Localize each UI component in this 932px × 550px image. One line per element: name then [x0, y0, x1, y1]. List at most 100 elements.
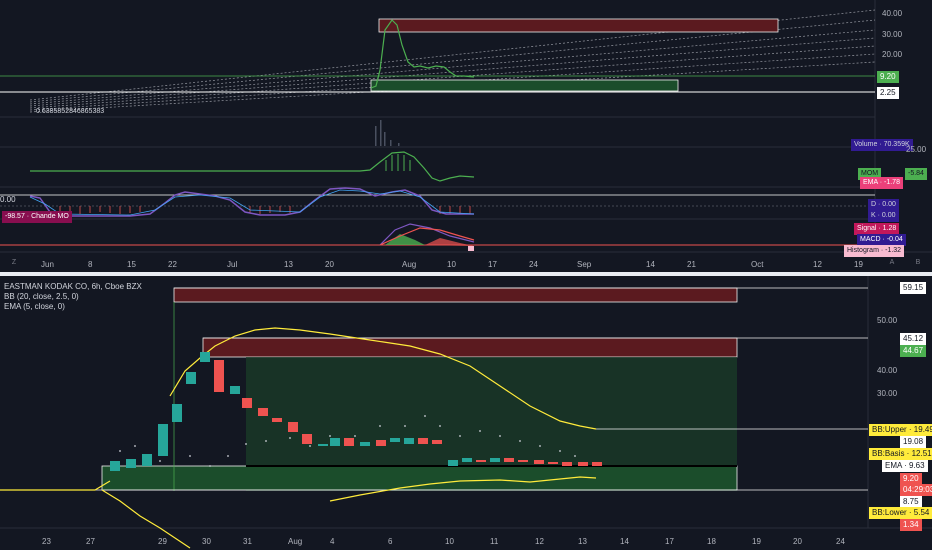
ema-label: EMA · 9.63 — [882, 460, 928, 472]
volume-label: Volume · 70.359K — [851, 139, 913, 151]
bottom-chart-pane[interactable]: EASTMAN KODAK CO, 6h, Cboe BZX BB (20, c… — [0, 276, 932, 550]
x-tick: Aug — [288, 537, 303, 546]
stoch-d-line — [29, 189, 475, 216]
x-tick: Jun — [41, 260, 54, 269]
ema-legend[interactable]: EMA (5, close, 0) — [4, 302, 142, 312]
x-tick: 12 — [535, 537, 544, 546]
auto-scale-button[interactable]: A — [886, 257, 898, 269]
line-price-label: 2.25 — [877, 87, 899, 99]
candle-up — [230, 386, 240, 394]
ema-dot — [479, 430, 481, 432]
candle-down — [258, 408, 268, 416]
ema-dot — [459, 435, 461, 437]
ema-dot — [539, 445, 541, 447]
x-tick: 17 — [488, 260, 497, 269]
candle-down — [214, 360, 224, 392]
ema-dot — [265, 440, 267, 442]
stoch-k-line — [29, 187, 474, 217]
x-tick: 19 — [752, 537, 761, 546]
x-tick: 18 — [707, 537, 716, 546]
stoch-histogram — [59, 206, 471, 214]
x-tick: 27 — [86, 537, 95, 546]
candle-down — [432, 440, 442, 444]
x-tick: Aug — [402, 260, 417, 269]
candle-up — [490, 458, 500, 462]
upper-box-price: 45.12 — [900, 333, 927, 345]
x-tick: 19 — [854, 260, 863, 269]
candle-up — [462, 458, 472, 462]
support-box[interactable] — [370, 79, 679, 92]
ema-dot — [424, 415, 426, 417]
log-scale-button[interactable]: B — [912, 257, 924, 269]
ema-dot — [309, 445, 311, 447]
candle-down — [302, 434, 312, 444]
y-tick-20: 20.00 — [882, 50, 903, 59]
x-tick: 4 — [330, 537, 335, 546]
x-tick: 24 — [529, 260, 538, 269]
ema-dot — [329, 435, 331, 437]
x-tick: 11 — [490, 537, 499, 546]
resistance-box[interactable] — [378, 18, 779, 33]
ema-dot — [499, 435, 501, 437]
candle-down — [548, 462, 558, 464]
bb-basis-label: BB:Basis · 12.51 — [869, 448, 932, 460]
bb-upper-label: BB:Upper · 19.49 — [869, 424, 932, 436]
candle-up — [172, 404, 182, 422]
ema-dot — [227, 455, 229, 457]
candle-down — [562, 462, 572, 466]
vol-scale-tick: 25.00 — [906, 145, 927, 154]
upper-box-price-2: 44.67 — [900, 345, 927, 357]
bb-legend[interactable]: BB (20, close, 2.5, 0) — [4, 292, 142, 302]
bottom-chart-svg — [0, 276, 932, 549]
x-tick: 14 — [620, 537, 629, 546]
x-tick: Jul — [227, 260, 238, 269]
candle-down — [344, 438, 354, 446]
candle-down — [476, 460, 486, 462]
ema-dot — [379, 425, 381, 427]
line-19-label: 19.08 — [900, 436, 927, 448]
bb-lower-line-left — [101, 489, 191, 549]
candle-down — [578, 462, 588, 466]
chande-mo-label: -98.57 · Chande MO — [2, 211, 72, 223]
x-tick: 13 — [578, 537, 587, 546]
candle-down — [376, 440, 386, 446]
zoom-button[interactable]: Z — [8, 257, 20, 269]
momentum-line — [30, 151, 475, 182]
y-tick-30: 30.00 — [877, 389, 898, 398]
support-box[interactable] — [101, 465, 738, 491]
x-tick: 20 — [325, 260, 334, 269]
fib-level-note: 0.6385852846865383 — [36, 108, 105, 115]
mom-value: -5.84 — [905, 168, 927, 180]
x-tick: 21 — [687, 260, 696, 269]
price-base-line — [0, 480, 111, 491]
y-tick-50: 50.00 — [877, 316, 898, 325]
ema-dot — [519, 440, 521, 442]
x-tick: Oct — [751, 260, 764, 269]
ema-dot — [289, 437, 291, 439]
ema-dot — [354, 435, 356, 437]
x-tick: 23 — [42, 537, 51, 546]
x-tick: 17 — [665, 537, 674, 546]
symbol-title[interactable]: EASTMAN KODAK CO, 6h, Cboe BZX — [4, 282, 142, 292]
candle-up — [142, 454, 152, 466]
top-resistance-box[interactable] — [173, 287, 738, 303]
x-tick: 10 — [445, 537, 454, 546]
upper-resistance-box[interactable] — [202, 337, 738, 358]
top-chart-pane[interactable]: 40.00 30.00 20.00 9.20 2.25 0.6385852846… — [0, 0, 932, 272]
x-tick: 10 — [447, 260, 456, 269]
y-tick-30: 30.00 — [882, 30, 903, 39]
y-tick-40: 40.00 — [882, 9, 903, 18]
stoch-scale-tick: 0.00 — [0, 195, 16, 204]
candle-up — [448, 460, 458, 466]
x-tick: 6 — [388, 537, 393, 546]
candle-up — [158, 424, 168, 456]
candle-down — [534, 460, 544, 464]
macd-marker — [468, 246, 474, 251]
ema-dot — [559, 450, 561, 452]
y-tick-40: 40.00 — [877, 366, 898, 375]
candle-down — [518, 460, 528, 462]
ema-dot — [209, 465, 211, 467]
bar-countdown: 04:29:03 — [900, 484, 932, 496]
x-tick: 14 — [646, 260, 655, 269]
x-tick: 8 — [88, 260, 93, 269]
